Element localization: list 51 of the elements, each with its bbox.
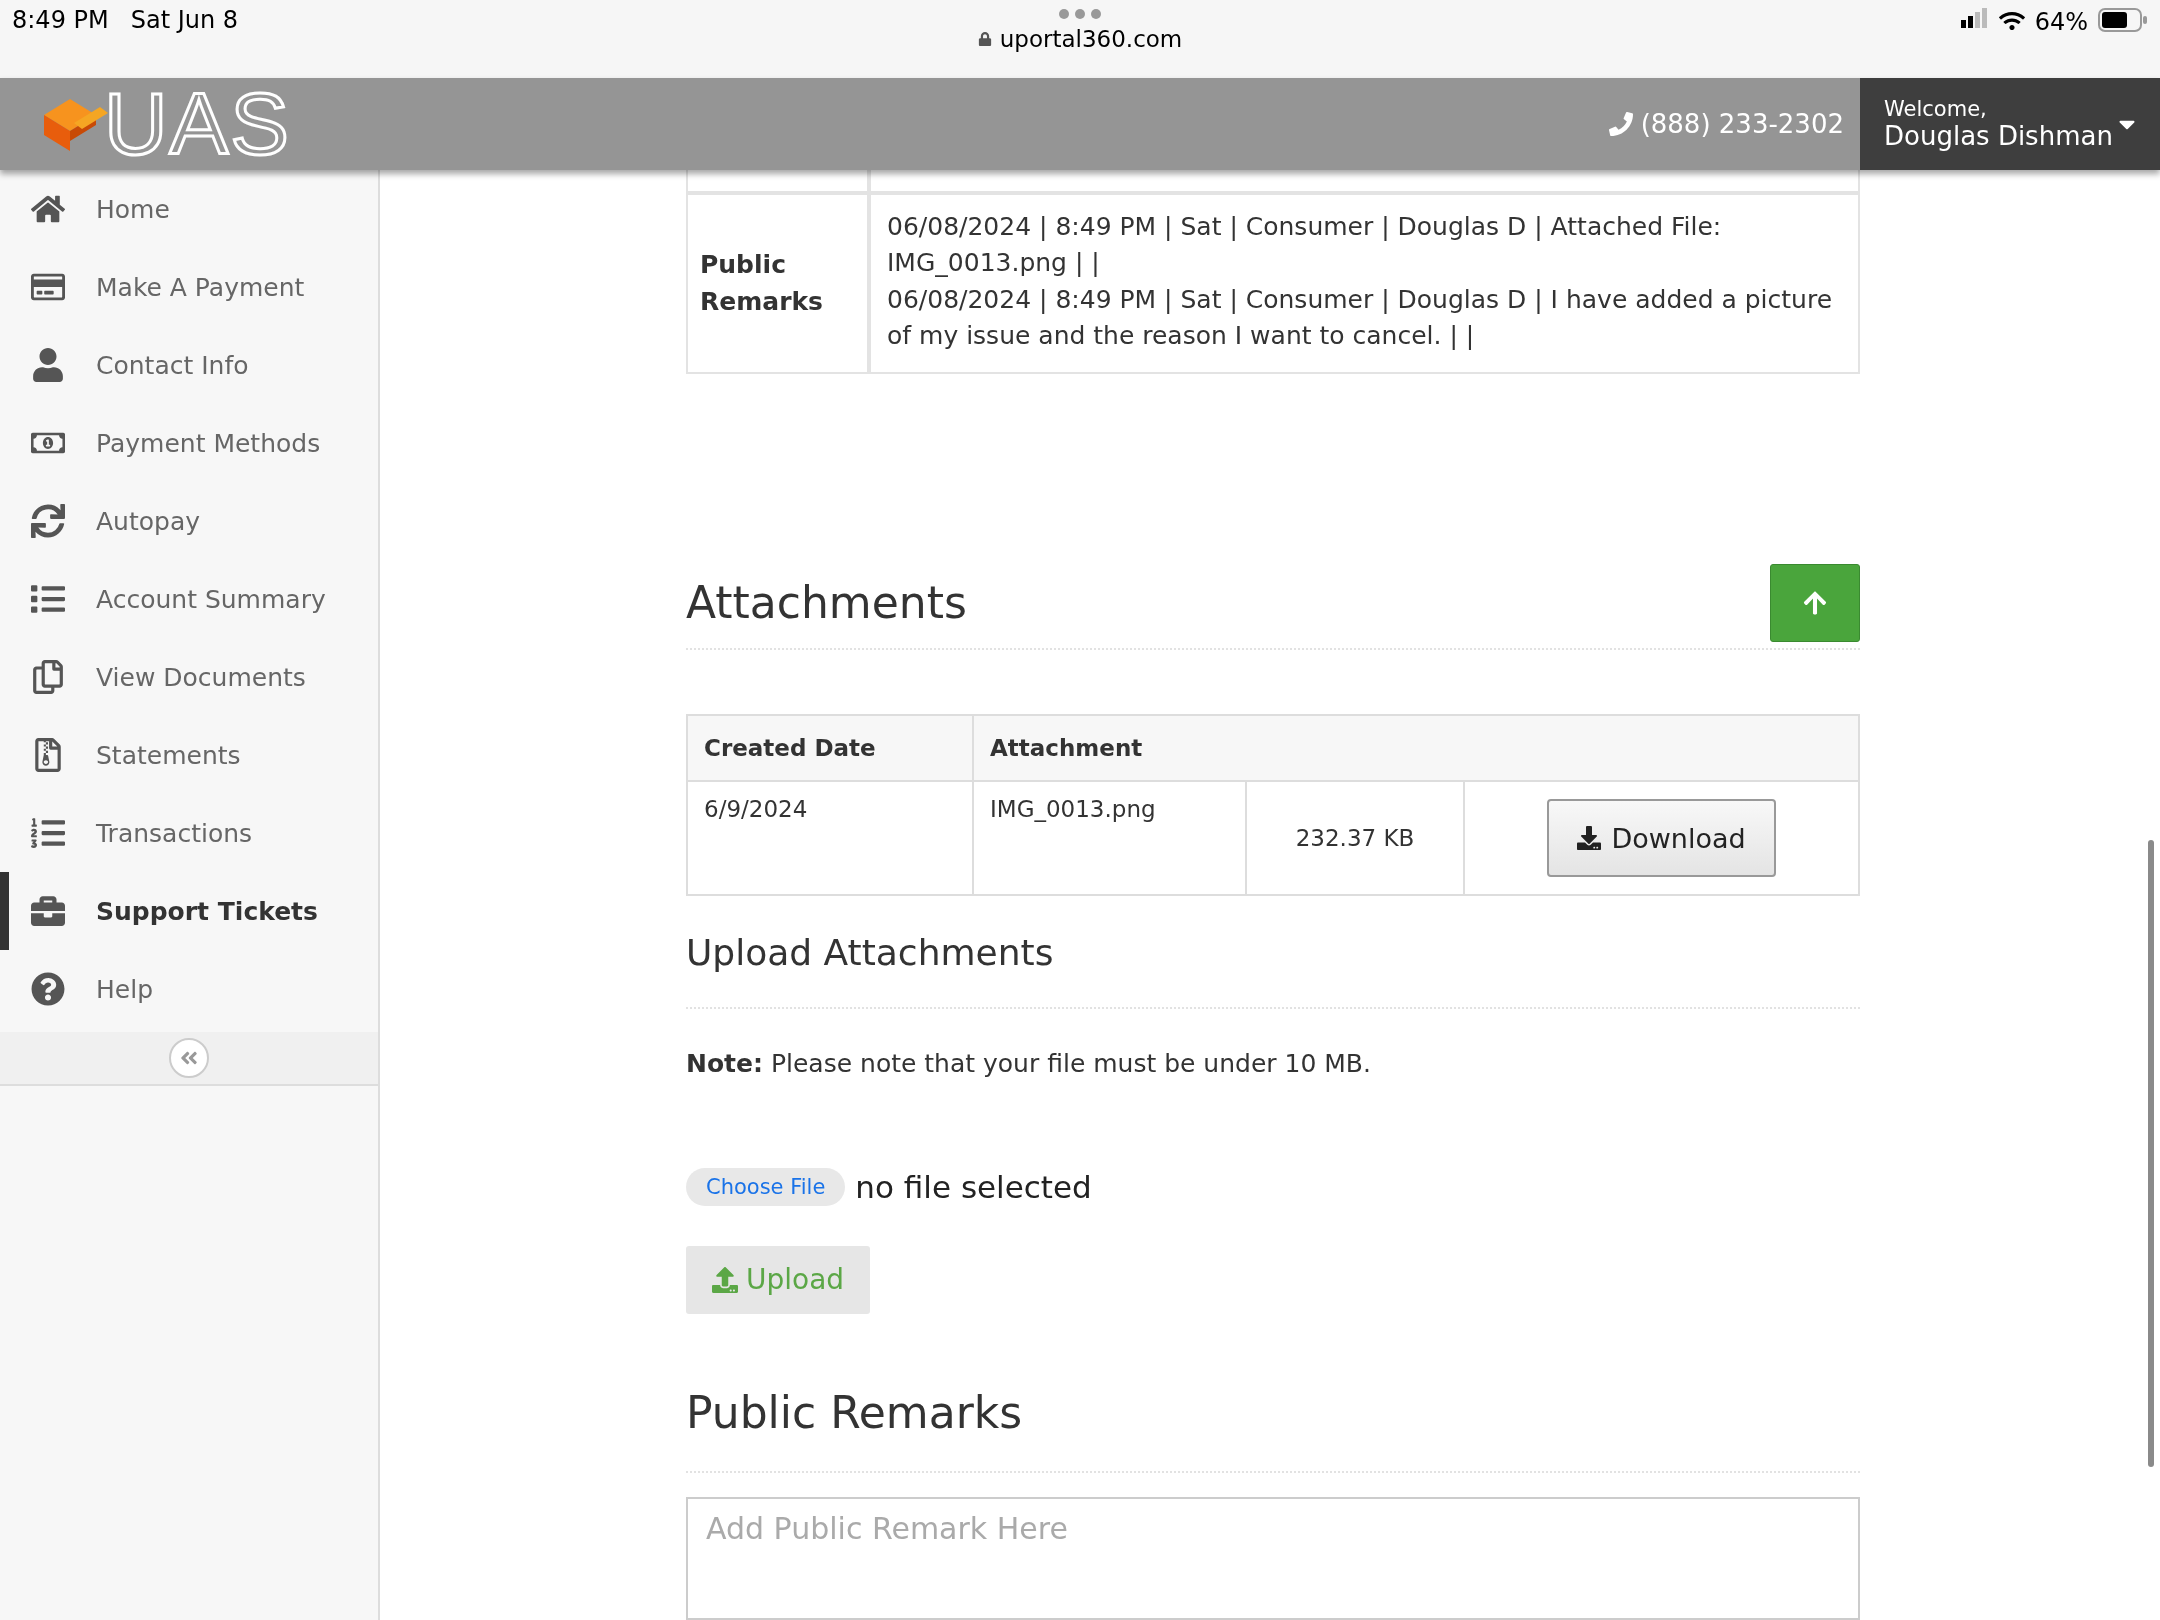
status-time: 8:49 PM (12, 6, 109, 36)
column-header: Created Date (687, 715, 973, 781)
nav-item[interactable]: Home (0, 170, 378, 248)
section-heading: Upload Attachments (686, 931, 1054, 975)
upload-icon (712, 1266, 738, 1293)
nav-item[interactable]: Contact Info (0, 326, 378, 404)
section-heading: Public Remarks (686, 1385, 1023, 1440)
arrow-up-icon (1802, 590, 1828, 616)
choose-file-button[interactable]: Choose File (686, 1167, 846, 1206)
logo-text: UAS (104, 80, 291, 168)
nav-item[interactable]: View Documents (0, 638, 378, 716)
section-heading: Attachments (686, 576, 967, 631)
status-date: Sat Jun 8 (130, 6, 239, 36)
nav-item[interactable]: Payment Methods (0, 404, 378, 482)
nav-item[interactable]: Help (0, 950, 378, 1028)
row-label: Public Remarks (686, 193, 869, 374)
note-text: Note: Please note that your file must be under 10 MB. (686, 1048, 1372, 1078)
nav-icon (31, 660, 65, 694)
nav-item[interactable]: Autopay (0, 482, 378, 560)
nav-item[interactable]: Transactions (0, 794, 378, 872)
nav-icon (31, 816, 65, 850)
signal-icon (1960, 8, 1989, 28)
file-status: no file selected (855, 1168, 1092, 1205)
nav-icon (31, 894, 65, 928)
lock-icon (977, 32, 992, 46)
remark-entry: 06/08/2024 | 8:49 PM | Sat | Consumer | Douglas D | Attached File: IMG_0013.png | | (887, 211, 1723, 280)
upload-button[interactable] (1770, 564, 1860, 642)
address-url[interactable]: uportal360.com (999, 26, 1183, 52)
battery-icon (2098, 8, 2148, 32)
download-button[interactable]: Download (1547, 799, 1776, 877)
remark-field[interactable]: Add Public Remark Here (686, 1496, 1860, 1620)
phone-icon (1608, 112, 1633, 136)
table-cell: 232.37 KB (1246, 781, 1464, 895)
table-cell: 6/9/2024 (687, 781, 973, 895)
nav-icon (31, 972, 65, 1006)
battery-percent: 64% (2034, 8, 2088, 36)
nav-item[interactable]: Statements (0, 716, 378, 794)
table-cell: IMG_0013.png (973, 781, 1246, 895)
nav-item[interactable]: Make A Payment (0, 248, 378, 326)
nav-icon (31, 348, 65, 382)
nav-item[interactable]: Support Tickets (0, 872, 378, 950)
download-icon (1577, 826, 1602, 850)
nav-icon (31, 504, 65, 538)
column-header: Attachment (973, 715, 1859, 781)
nav-item[interactable]: Account Summary (0, 560, 378, 638)
more-dots-icon[interactable] (1058, 8, 1102, 20)
collapse-button[interactable] (169, 1038, 209, 1078)
remark-entry: 06/08/2024 | 8:49 PM | Sat | Consumer | Douglas D | I have added a picture of my issue and the reason I want to cancel. | | (887, 283, 1834, 352)
phone-number[interactable]: (888) 233-2302 (1640, 109, 1844, 139)
user-menu[interactable]: Welcome, Douglas Dishman (1860, 78, 2160, 170)
nav-icon (31, 582, 65, 616)
